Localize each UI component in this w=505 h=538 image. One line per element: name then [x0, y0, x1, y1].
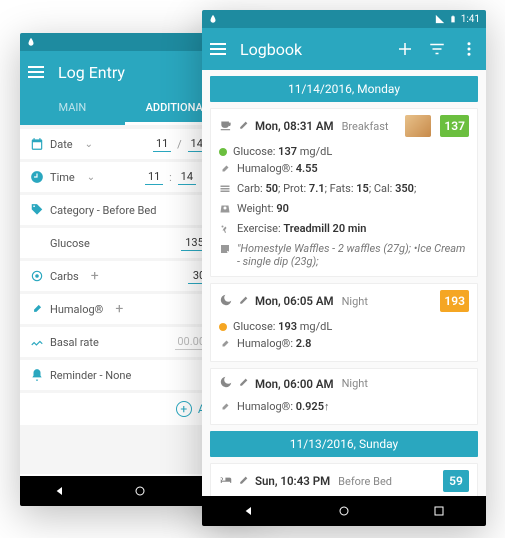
entry-line: Humalog®: 4.55 [219, 160, 469, 180]
syringe-icon [219, 162, 231, 178]
glucose-dot [219, 148, 227, 156]
entry-label: Before Bed [338, 475, 392, 488]
logbook-screen: 1:41 Logbook 11/14/2016, Monday Mon, 08:3… [202, 10, 486, 526]
day-header: 11/13/2016, Sunday [210, 431, 478, 457]
entry-line: Glucose: 193 mg/dL [219, 318, 469, 335]
android-navbar-right [202, 496, 486, 526]
battery-icon [449, 13, 457, 25]
drop-icon [26, 37, 36, 47]
basal-icon [30, 335, 44, 349]
logbook-body: 11/14/2016, Monday Mon, 08:31 AM Breakfast… [202, 70, 486, 496]
moon-icon [219, 375, 233, 392]
entry-line: "Homestyle Waffles - 2 waffles (27g); •I… [219, 240, 469, 270]
tab-main[interactable]: MAIN [20, 93, 125, 125]
home-icon[interactable] [132, 483, 148, 499]
entry-time: Mon, 06:05 AM [255, 294, 334, 308]
status-time: 1:41 [461, 14, 480, 25]
entry-label: Night [342, 377, 368, 390]
entry-time: Sun, 10:43 PM [255, 474, 330, 488]
note-icon [219, 242, 231, 258]
back-icon[interactable] [52, 483, 68, 499]
menu-icon[interactable] [28, 66, 44, 78]
entry-line: Humalog®: 2.8 [219, 335, 469, 355]
menu-icon[interactable] [210, 43, 226, 55]
calendar-icon [30, 137, 44, 151]
plus-circle-icon: + [176, 401, 192, 417]
glucose-badge: 137 [440, 115, 469, 137]
syringe-icon [219, 400, 231, 416]
glucose-dot [219, 323, 227, 331]
appbar-right: Logbook [202, 28, 486, 70]
back-icon[interactable] [241, 503, 257, 519]
bell-icon [30, 368, 44, 382]
entry-label: Breakfast [342, 120, 389, 133]
cup-icon [219, 118, 233, 135]
entry-time: Mon, 08:31 AM [255, 119, 334, 133]
glucose-badge: 193 [440, 290, 469, 312]
carbs-icon [30, 269, 44, 283]
edit-icon [239, 475, 249, 488]
signal-icon [435, 14, 445, 24]
food-thumb [405, 115, 431, 137]
drop-icon [208, 14, 218, 24]
page-title: Logbook [240, 40, 302, 59]
edit-icon [239, 295, 249, 308]
filter-icon[interactable] [428, 40, 446, 58]
moon-icon [219, 293, 233, 310]
syringe-icon [219, 337, 231, 353]
chevron-down-icon: ⌄ [87, 172, 95, 183]
syringe-icon [30, 302, 44, 316]
log-entry-card[interactable]: Mon, 06:05 AM Night 193 Glucose: 193 mg/dLH… [210, 283, 478, 362]
entry-line: Exercise: Treadmill 20 min [219, 220, 469, 240]
page-title: Log Entry [58, 63, 125, 82]
time-min[interactable]: 14 [178, 169, 196, 185]
plus-icon[interactable] [396, 40, 414, 58]
exercise-icon [219, 222, 231, 238]
entry-line: Weight: 90 [219, 200, 469, 220]
tag-icon [30, 203, 44, 217]
chevron-down-icon: ⌄ [85, 139, 93, 150]
entry-line: Glucose: 137 mg/dL [219, 143, 469, 160]
bed-icon [219, 473, 233, 490]
recents-icon[interactable] [431, 503, 447, 519]
log-entry-card[interactable]: Sun, 10:43 PMBefore Bed59Glucose: 59 mg/… [210, 463, 478, 496]
log-entry-card[interactable]: Mon, 08:31 AM Breakfast 137 Glucose: 137 mg… [210, 108, 478, 277]
plus-icon[interactable]: + [91, 268, 99, 284]
status-bar-right: 1:41 [202, 10, 486, 28]
home-icon[interactable] [336, 503, 352, 519]
more-icon[interactable] [460, 40, 478, 58]
entry-time: Mon, 06:00 AM [255, 377, 334, 391]
day-header: 11/14/2016, Monday [210, 76, 478, 102]
entry-line: Humalog®: 0.925↑ [219, 398, 469, 418]
nutrition-icon [219, 182, 231, 198]
weight-icon [219, 202, 231, 218]
glucose-badge: 59 [443, 470, 469, 492]
edit-icon [239, 120, 249, 133]
date-month[interactable]: 11 [153, 136, 171, 152]
log-entry-card[interactable]: Mon, 06:00 AM Night Humalog®: 0.925↑ [210, 368, 478, 425]
edit-icon [239, 377, 249, 390]
clock-icon [30, 170, 44, 184]
entry-line: Carb: 50; Prot: 7.1; Fats: 15; Cal: 350; [219, 180, 469, 200]
time-hour[interactable]: 11 [145, 169, 163, 185]
entry-label: Night [342, 295, 368, 308]
plus-icon[interactable]: + [115, 301, 123, 317]
